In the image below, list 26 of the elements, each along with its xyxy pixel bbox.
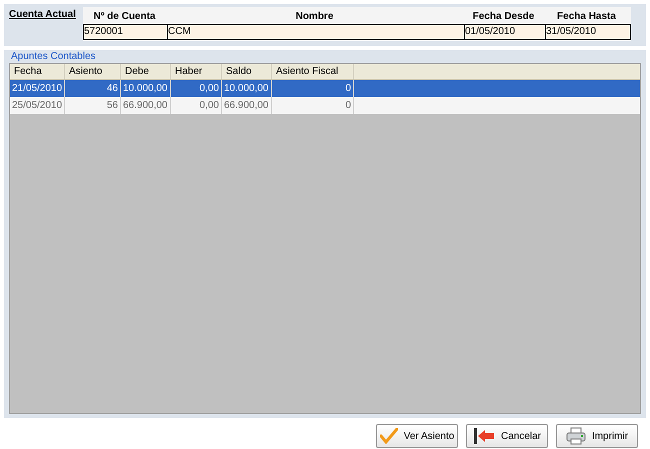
table-cell: 66.900,00 <box>222 97 272 114</box>
table-cell: 25/05/2010 <box>10 97 65 114</box>
table-row[interactable]: 21/05/2010 46 10.000,00 0,00 10.000,00 0 <box>10 80 640 97</box>
field-label: Nº de Cuenta <box>92 10 156 24</box>
action-button[interactable]: Cancelar <box>466 424 548 448</box>
field-label: Fecha Hasta <box>556 10 617 24</box>
table-cell: 56 <box>65 97 121 114</box>
column-header[interactable]: Haber <box>171 64 222 79</box>
table-cell: 0,00 <box>171 97 222 114</box>
printer-icon <box>566 427 586 445</box>
column-header[interactable]: Fecha <box>10 64 65 79</box>
column-header[interactable]: Debe <box>121 64 171 79</box>
section-title: Apuntes Contables <box>10 50 97 63</box>
action-button[interactable]: Imprimir <box>556 424 638 448</box>
section-title: Cuenta Actual <box>9 8 77 22</box>
arrow-icon <box>472 427 495 445</box>
column-header[interactable]: Saldo <box>222 64 272 79</box>
checkmark-icon <box>380 428 398 444</box>
column-header[interactable]: Asiento <box>65 64 121 79</box>
field-label: Nombre <box>294 10 334 24</box>
table-cell: 0 <box>272 97 354 114</box>
table-row[interactable]: 25/05/2010 56 66.900,00 0,00 66.900,00 0 <box>10 97 640 114</box>
column-header[interactable]: Asiento Fiscal <box>272 64 354 79</box>
table-cell: 66.900,00 <box>121 97 171 114</box>
field-label: Fecha Desde <box>472 10 536 24</box>
action-button[interactable]: Ver Asiento <box>376 424 458 448</box>
